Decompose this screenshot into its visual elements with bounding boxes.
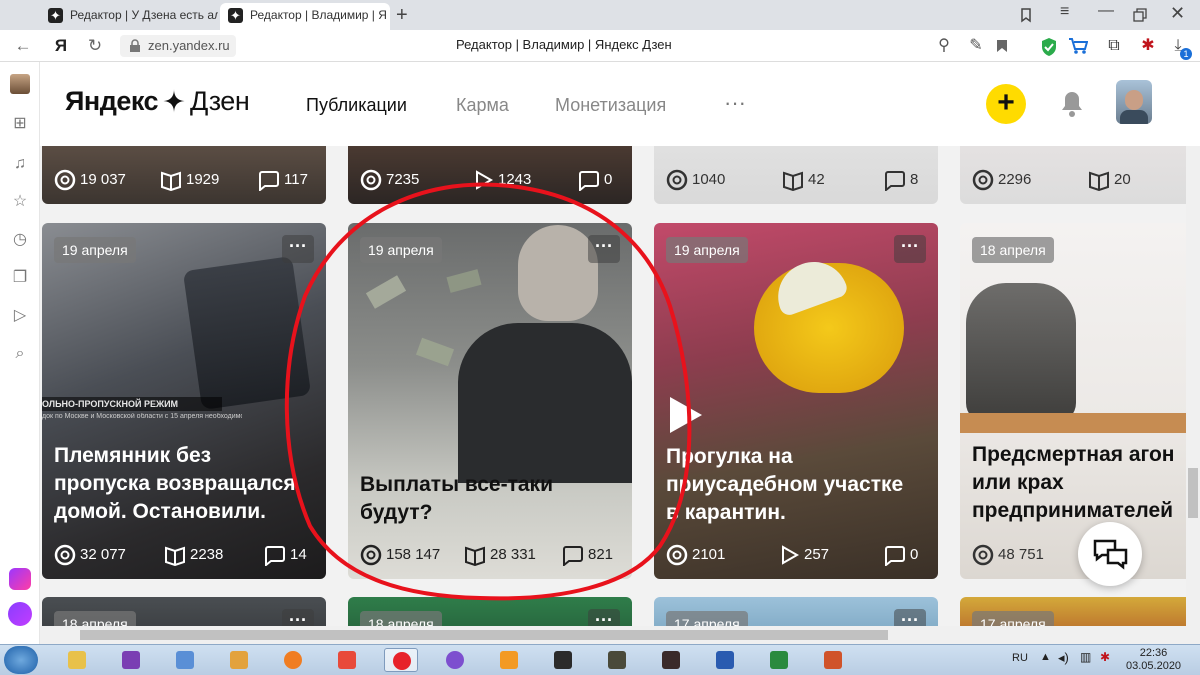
windows-taskbar: RU ▲ ◂) ▥ ✱ 22:36 03.05.2020 (0, 644, 1200, 675)
shopping-cart-icon[interactable] (1068, 37, 1088, 55)
media-play-icon[interactable]: ▷ (10, 306, 30, 326)
key-icon[interactable]: ⚲ (934, 36, 954, 56)
reload-icon[interactable]: ↻ (84, 35, 106, 57)
collections-icon[interactable]: ❐ (10, 268, 30, 288)
url-text: zen.yandex.ru (148, 38, 230, 53)
tray-expand-icon[interactable]: ▲ (1040, 651, 1051, 663)
taskbar-explorer[interactable] (60, 648, 94, 672)
publications-feed: 19 037 1929 117 7235 1243 0 1040 42 8 22… (40, 146, 1200, 644)
game-launcher-icon (662, 651, 680, 669)
close-icon[interactable]: ✕ (1170, 3, 1185, 24)
minimize-icon[interactable]: — (1098, 2, 1114, 20)
taskbar-game-2[interactable] (600, 648, 634, 672)
taskbar-viber[interactable] (438, 648, 472, 672)
dzen-star-icon (162, 89, 187, 113)
notepad-icon (176, 651, 194, 669)
protect-shield-icon[interactable] (1040, 37, 1058, 57)
taskbar-visual-studio[interactable] (114, 648, 148, 672)
dzen-header: Яндекс Дзен Публикации Карма Монетизация … (40, 62, 1200, 146)
bookmark-icon[interactable] (996, 39, 1008, 53)
start-button[interactable] (4, 646, 38, 674)
network-icon[interactable]: ▥ (1080, 650, 1091, 664)
taskbar-excel[interactable] (762, 648, 796, 672)
favorites-star-icon[interactable]: ☆ (10, 192, 30, 212)
download-badge: 1 (1180, 48, 1192, 60)
viber-icon (446, 651, 464, 669)
extension-icon[interactable]: ✱ (1138, 36, 1158, 56)
restore-icon[interactable] (1133, 8, 1147, 22)
tab-label: Редактор | У Дзена есть ал (70, 8, 218, 22)
search-page-icon[interactable]: ⌕ (10, 344, 30, 364)
user-avatar[interactable] (1116, 80, 1152, 124)
video-editor-icon (500, 651, 518, 669)
create-publication-button[interactable]: + (986, 84, 1026, 124)
scrollbar-thumb[interactable] (80, 630, 888, 640)
vertical-scrollbar[interactable] (1186, 146, 1200, 626)
tab-publications[interactable]: Публикации (306, 95, 407, 116)
history-clock-icon[interactable]: ◷ (10, 230, 30, 250)
paint-icon (230, 651, 248, 669)
taskbar-notepad[interactable] (168, 648, 202, 672)
address-bar: ← Я ↻ zen.yandex.ru Редактор | Владимир … (0, 30, 1200, 62)
visual-studio-icon (122, 651, 140, 669)
folder-icon (68, 651, 86, 669)
tanks-game-icon (608, 651, 626, 669)
tray-app-icon[interactable]: ✱ (1100, 650, 1110, 664)
url-field[interactable]: zen.yandex.ru (120, 35, 236, 57)
chat-bubbles-icon (1093, 539, 1128, 570)
browser-tab-2[interactable]: ✦ Редактор | Владимир | Я (220, 3, 390, 30)
page-title: Редактор | Владимир | Яндекс Дзен (456, 37, 672, 52)
dzen-favicon-icon: ✦ (48, 8, 63, 23)
browser-tab-bar: ✦ Редактор | У Дзена есть ал ✦ Редактор … (0, 0, 1200, 30)
bell-icon[interactable] (1060, 90, 1084, 118)
taskbar-firefox[interactable] (276, 648, 310, 672)
menu-icon[interactable]: ≡ (1060, 3, 1069, 21)
game-icon (554, 651, 572, 669)
taskbar-game-3[interactable] (654, 648, 688, 672)
powerpoint-icon (824, 651, 842, 669)
chat-button[interactable] (1078, 522, 1142, 586)
back-arrow-icon[interactable]: ← (12, 35, 34, 57)
bookmark-manager-icon[interactable] (1018, 7, 1034, 23)
alice-assistant-icon[interactable] (8, 602, 32, 626)
scrollbar-thumb[interactable] (1188, 468, 1198, 518)
taskbar-yandex[interactable] (330, 648, 364, 672)
browser-tab-1[interactable]: ✦ Редактор | У Дзена есть ал (40, 3, 218, 30)
firefox-icon (284, 651, 302, 669)
notifications-bell-icon[interactable]: ♫ (10, 154, 30, 174)
taskbar-powerpoint[interactable] (816, 648, 850, 672)
translate-icon[interactable]: ⧉ (1104, 36, 1124, 56)
more-menu-button[interactable]: ··· (724, 90, 746, 116)
horizontal-scrollbar[interactable] (40, 626, 1200, 644)
taskbar-video-editor[interactable] (492, 648, 526, 672)
lock-icon (130, 39, 140, 52)
pin-icon[interactable]: ✎ (966, 36, 986, 56)
apps-grid-icon[interactable]: ⊞ (10, 114, 30, 134)
excel-icon (770, 651, 788, 669)
yandex-browser-icon (393, 652, 411, 670)
volume-icon[interactable]: ◂) (1058, 650, 1069, 666)
word-icon (716, 651, 734, 669)
new-tab-button[interactable]: + (396, 4, 408, 27)
profile-avatar[interactable] (10, 74, 30, 94)
dzen-logo[interactable]: Яндекс Дзен (65, 86, 250, 117)
yandex-button[interactable]: Я (50, 35, 72, 57)
red-annotation-circle (284, 182, 692, 601)
taskbar-clock[interactable]: 22:36 03.05.2020 (1126, 647, 1181, 673)
taskbar-word[interactable] (708, 648, 742, 672)
dzen-favicon-icon: ✦ (228, 8, 243, 23)
tab-monetization[interactable]: Монетизация (555, 95, 666, 116)
messenger-icon[interactable] (9, 568, 31, 590)
taskbar-paint[interactable] (222, 648, 256, 672)
tab-label: Редактор | Владимир | Я (250, 8, 387, 22)
tab-karma[interactable]: Карма (456, 95, 509, 116)
yandex-icon (338, 651, 356, 669)
taskbar-game-1[interactable] (546, 648, 580, 672)
browser-sidebar: ⊞ ♫ ☆ ◷ ❐ ▷ ⌕ (0, 62, 40, 644)
taskbar-yandex-browser[interactable] (384, 648, 418, 672)
language-indicator[interactable]: RU (1012, 652, 1028, 664)
